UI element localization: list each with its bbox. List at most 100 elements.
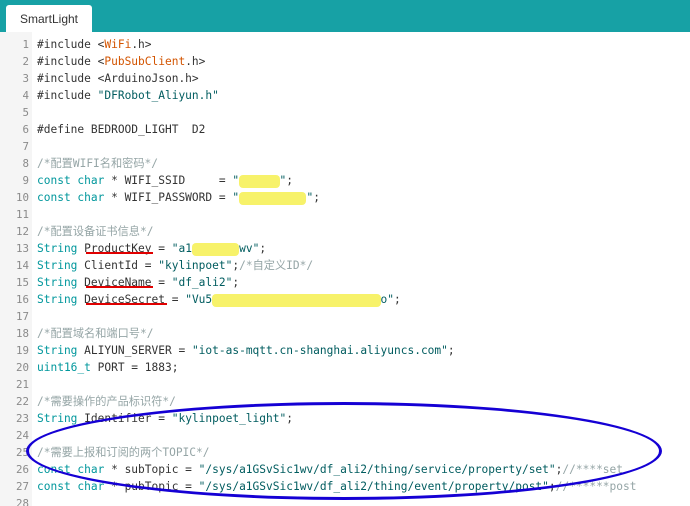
code-token: "df_ali2" <box>171 276 233 289</box>
code-token: " <box>232 174 240 187</box>
code-token: const char <box>37 480 105 493</box>
line-number: 15 <box>15 276 29 289</box>
line-number: 11 <box>15 208 29 221</box>
code-token: String <box>37 344 78 357</box>
line-number: 5 <box>22 106 29 119</box>
code-text: #include <PubSubClient.h> <box>37 53 205 70</box>
code-line: 18 /*配置域名和端口号*/ <box>0 325 690 342</box>
line-number: 16 <box>15 293 29 306</box>
line-number: 24 <box>15 429 29 442</box>
code-token: #define BEDROOD_LIGHT D2 <box>37 123 206 136</box>
line-number: 19 <box>15 344 29 357</box>
line-number: 12 <box>15 225 29 238</box>
code-token: "DFRobot_Aliyun.h" <box>97 89 219 102</box>
code-token: "iot-as-mqtt.cn-shanghai.aliyuncs.com" <box>191 344 448 357</box>
code-text: const char * WIFI_PASSWORD = " "; <box>37 189 320 206</box>
code-token: .h> <box>131 38 152 51</box>
code-text: #define BEDROOD_LIGHT D2 <box>37 121 205 138</box>
line-number: 17 <box>15 310 29 323</box>
code-token: .h> <box>185 55 206 68</box>
code-line: 8 /*配置WIFI名和密码*/ <box>0 155 690 172</box>
line-number: 18 <box>15 327 29 340</box>
code-token: /*配置域名和端口号*/ <box>37 327 154 340</box>
line-number: 3 <box>22 72 29 85</box>
code-token: * WIFI_PASSWORD = <box>104 191 233 204</box>
code-token: String <box>37 259 78 272</box>
code-token: PubSubClient <box>104 55 186 68</box>
code-token: "Vu5 <box>185 293 213 306</box>
code-line: 7 <box>0 138 690 155</box>
code-token: String <box>37 276 78 289</box>
tab-bar: SmartLight <box>0 0 690 32</box>
code-line: 16 String DeviceSecret = "Vu5 o"; <box>0 291 690 308</box>
code-text: String DeviceName = "df_ali2"; <box>37 274 239 291</box>
code-token: String <box>37 293 78 306</box>
redaction-highlight <box>212 293 381 307</box>
code-token: ALIYUN_SERVER = <box>77 344 192 357</box>
code-text: /*配置域名和端口号*/ <box>37 325 153 342</box>
code-token: ; <box>394 293 401 306</box>
line-number: 20 <box>15 361 29 374</box>
code-token: uint16_t <box>37 361 91 374</box>
code-token: wv" <box>239 242 260 255</box>
code-line: 5 <box>0 104 690 121</box>
code-token: /*自定义ID*/ <box>239 259 314 272</box>
code-line: 3 #include <ArduinoJson.h> <box>0 70 690 87</box>
code-token: /*需要操作的产品标识符*/ <box>37 395 176 408</box>
line-number: 7 <box>22 140 29 153</box>
code-line: 12 /*配置设备证书信息*/ <box>0 223 690 240</box>
code-text: #include <ArduinoJson.h> <box>37 70 199 87</box>
code-line: 6 #define BEDROOD_LIGHT D2 <box>0 121 690 138</box>
code-line: 10 const char * WIFI_PASSWORD = " "; <box>0 189 690 206</box>
code-line: 2 #include <PubSubClient.h> <box>0 53 690 70</box>
code-line: 17 <box>0 308 690 325</box>
code-text: String ClientId = "kylinpoet";/*自定义ID*/ <box>37 257 313 274</box>
code-token: PORT = 1883; <box>90 361 179 374</box>
redaction-highlight <box>239 174 280 188</box>
line-number: 2 <box>22 55 29 68</box>
code-token: #include < <box>37 55 105 68</box>
line-number: 9 <box>22 174 29 187</box>
line-number: 23 <box>15 412 29 425</box>
line-number: 8 <box>22 157 29 170</box>
code-token: /*配置设备证书信息*/ <box>37 225 154 238</box>
code-text: /*配置设备证书信息*/ <box>37 223 153 240</box>
code-line: 13 String ProductKey = "a1 wv"; <box>0 240 690 257</box>
line-number: 27 <box>15 480 29 493</box>
code-token: ; <box>232 276 240 289</box>
code-text: #include <WiFi.h> <box>37 36 152 53</box>
redaction-highlight <box>191 242 240 256</box>
line-number: 25 <box>15 446 29 459</box>
code-text: /*需要操作的产品标识符*/ <box>37 393 176 410</box>
code-text: #include "DFRobot_Aliyun.h" <box>37 87 219 104</box>
line-number: 26 <box>15 463 29 476</box>
code-text: String ALIYUN_SERVER = "iot-as-mqtt.cn-s… <box>37 342 455 359</box>
code-line: 20 uint16_t PORT = 1883; <box>0 359 690 376</box>
code-text: const char * WIFI_SSID = " "; <box>37 172 293 189</box>
code-token: ; <box>313 191 320 204</box>
line-number: 1 <box>22 38 29 51</box>
code-token: const char <box>37 191 105 204</box>
code-text: /*配置WIFI名和密码*/ <box>37 155 158 172</box>
code-line: 11 <box>0 206 690 223</box>
code-token: * WIFI_SSID = <box>104 174 233 187</box>
code-token: String <box>37 412 78 425</box>
code-token: ; <box>447 344 455 357</box>
highlight-ellipse <box>26 402 662 500</box>
line-number: 13 <box>15 242 29 255</box>
code-text: String ProductKey = "a1 wv"; <box>37 240 266 257</box>
line-number: 10 <box>15 191 29 204</box>
code-token: "a1 <box>171 242 192 255</box>
line-number: 28 <box>15 497 29 506</box>
code-line: 9 const char * WIFI_SSID = " "; <box>0 172 690 189</box>
tab-smartlight[interactable]: SmartLight <box>6 5 92 32</box>
code-line: 19 String ALIYUN_SERVER = "iot-as-mqtt.cn… <box>0 342 690 359</box>
code-token: o" <box>380 293 395 306</box>
code-line: 1 #include <WiFi.h> <box>0 36 690 53</box>
code-token: " <box>232 191 240 204</box>
code-token: WiFi <box>104 38 132 51</box>
code-token: /*配置WIFI名和密码*/ <box>37 157 159 170</box>
line-number: 21 <box>15 378 29 391</box>
line-number: 4 <box>22 89 29 102</box>
line-number: 14 <box>15 259 29 272</box>
